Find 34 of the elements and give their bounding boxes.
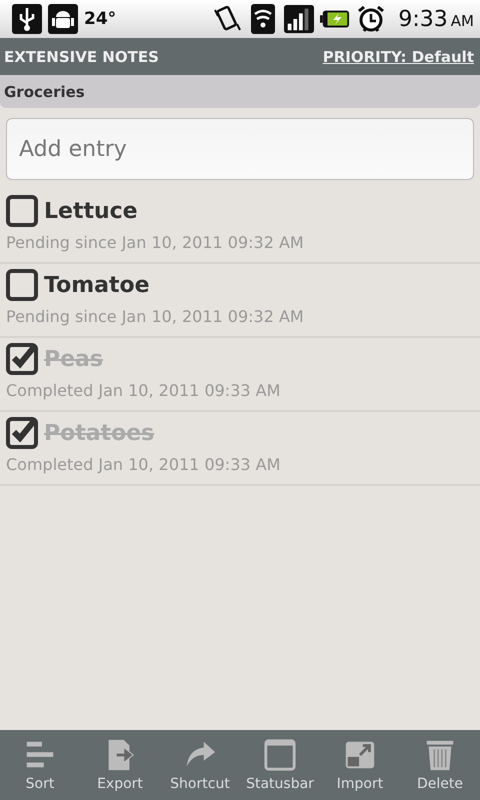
android-icon [48,4,78,34]
item-name: Tomatoe [44,272,150,298]
checkbox[interactable] [6,417,38,449]
clock-ampm: AM [450,12,474,30]
list-header: Groceries [0,75,480,108]
menu-item[interactable]: Export [80,730,160,800]
list-item[interactable]: Lettuce Pending since Jan 10, 2011 09:32 AM [0,190,480,264]
window-icon [263,738,297,772]
list-item[interactable]: Tomatoe Pending since Jan 10, 2011 09:32 AM [0,264,480,338]
app-title: EXTENSIVE NOTES [4,48,159,66]
item-name: Peas [44,346,103,372]
item-status: Completed Jan 10, 2011 09:33 AM [6,455,282,474]
list-item[interactable]: Potatoes Completed Jan 10, 2011 09:33 AM [0,412,480,486]
priority-link[interactable]: PRIORITY: Default [322,48,474,66]
list-item[interactable]: Peas Completed Jan 10, 2011 09:33 AM [0,338,480,412]
add-entry-field[interactable]: Add entry [6,118,474,180]
menu-item[interactable]: Shortcut [160,730,240,800]
menu-item[interactable]: Import [320,730,400,800]
item-status: Pending since Jan 10, 2011 09:32 AM [6,307,305,326]
clock-time: 9:33 [398,6,448,32]
item-status: Completed Jan 10, 2011 09:33 AM [6,381,282,400]
menu-item[interactable]: Statusbar [240,730,320,800]
menu-item[interactable]: Sort [0,730,80,800]
checkbox[interactable] [6,269,38,301]
menu-item[interactable]: Delete [400,730,480,800]
alarm-clock-icon [356,4,386,34]
temperature: 24° [84,9,116,29]
signal-icon [284,4,314,34]
checkbox[interactable] [6,195,38,227]
item-name: Lettuce [44,198,138,224]
item-status: Pending since Jan 10, 2011 09:32 AM [6,233,305,252]
item-name: Potatoes [44,420,154,446]
usb-icon [12,4,42,34]
checkbox[interactable] [6,343,38,375]
